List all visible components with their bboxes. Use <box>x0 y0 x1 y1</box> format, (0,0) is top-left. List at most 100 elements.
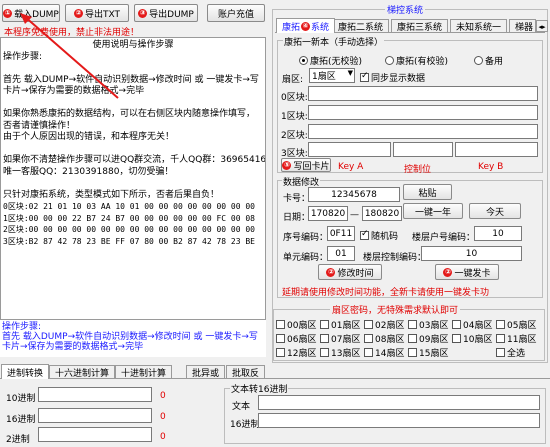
key-b-label: Key B <box>478 162 504 172</box>
sector-checkbox[interactable]: 05扇区 <box>496 318 536 331</box>
sector-checkbox[interactable]: 04扇区 <box>452 318 492 331</box>
control-bits-label: 控制位 <box>404 165 432 175</box>
hex-output-label: 16进制 <box>230 420 260 430</box>
dec-input[interactable] <box>38 387 152 402</box>
sector-checkbox-label: 15扇区 <box>419 349 449 359</box>
bottom-panel: 进制转换 十六进制计算 十进制计算 批异或 批取反 10进制 0 16进制 0 … <box>0 364 550 447</box>
sector-checkbox-indicator <box>408 348 417 357</box>
tab-elevator[interactable]: 梯器 <box>509 19 536 33</box>
tab-hex-calc[interactable]: 十六进制计算 <box>49 365 116 379</box>
status-lines: 操作步骤: 首先 载入DUMP→软件自动识别数据→修改时间 或 一键发卡→写 卡片→… <box>2 322 264 352</box>
block-0-label: 0区块: <box>281 93 308 103</box>
tab-batch-xor[interactable]: 批异或 <box>186 365 226 379</box>
tab-dec-calc[interactable]: 十进制计算 <box>115 365 173 379</box>
sector-checkbox-indicator <box>496 334 505 343</box>
radio-no-check-indicator <box>299 56 308 65</box>
sync-display-checkbox[interactable]: 同步显示数据 <box>360 71 425 84</box>
sector-checkbox-indicator <box>452 320 461 329</box>
radio-backup-indicator <box>474 56 483 65</box>
one-year-button[interactable]: 一键一年 <box>403 203 463 219</box>
sector-checkbox[interactable]: 10扇区 <box>452 332 492 345</box>
block-0-input[interactable] <box>308 86 538 101</box>
block-3-key-a[interactable] <box>308 142 391 157</box>
sector-select[interactable]: 1扇区 ▼ <box>309 68 355 83</box>
help-line: 如果你不清楚操作步骤可以进QQ群交流，千人QQ群：369654166 <box>3 155 266 165</box>
household-code-label: 楼层户号编码： <box>412 233 476 243</box>
date-to-input[interactable]: 180820 <box>362 206 402 221</box>
tab-batch-invert[interactable]: 批取反 <box>226 365 266 379</box>
tab-kangtuo-2[interactable]: 康拓二系统 <box>332 19 390 33</box>
hex-input[interactable] <box>38 408 152 423</box>
one-click-card-button[interactable]: ② 一键发卡 <box>435 264 499 280</box>
block-2-input[interactable] <box>308 124 538 139</box>
sector-checkbox[interactable]: 09扇区 <box>408 332 448 345</box>
recharge-button[interactable]: 账户充值 <box>207 4 265 22</box>
write-card-label: 写回卡片 <box>293 161 330 172</box>
sector-checkbox-label: 06扇区 <box>287 335 317 345</box>
sector-checkbox[interactable]: 11扇区 <box>496 332 536 345</box>
radio-backup[interactable]: 备用 <box>474 54 503 67</box>
sector-checkbox[interactable]: 08扇区 <box>364 332 404 345</box>
sector-checkbox-label: 13扇区 <box>331 349 361 359</box>
sector-checkbox[interactable]: 12扇区 <box>276 346 316 359</box>
sector-checkbox-indicator <box>320 348 329 357</box>
tab-scroll-arrows[interactable]: ◂▸ <box>536 20 548 32</box>
tab-kangtuo-label: 康拓 <box>282 22 301 33</box>
sector-checkbox-label: 05扇区 <box>507 321 537 331</box>
tab-base-convert[interactable]: 进制转换 <box>1 364 50 379</box>
sector-password-title: 扇区密码，无特殊需求默认即可 <box>330 303 461 316</box>
block-2-label: 2区块: <box>281 131 308 141</box>
bin-input[interactable] <box>38 427 152 442</box>
sector-checkbox[interactable]: 06扇区 <box>276 332 316 345</box>
sector-checkbox[interactable]: 13扇区 <box>320 346 360 359</box>
block-3-key-b[interactable] <box>455 142 538 157</box>
radio-no-check[interactable]: 康拓(无校验) <box>299 54 362 67</box>
modify-time-label: 修改时间 <box>337 268 374 279</box>
date-from-input[interactable]: 170820 <box>308 206 348 221</box>
tab-unknown-1[interactable]: 未知系统一 <box>450 19 508 33</box>
block-1-input[interactable] <box>308 105 538 120</box>
unit-code-input[interactable]: 01 <box>327 246 355 261</box>
help-line: 否者请谨慎操作！ <box>3 120 76 131</box>
sector-checkbox[interactable]: 07扇区 <box>320 332 360 345</box>
card-number-input[interactable]: 12345678 <box>308 187 400 202</box>
serial-code-input[interactable]: 0F11 <box>327 226 355 241</box>
modify-time-badge: ② <box>326 267 336 277</box>
today-button[interactable]: 今天 <box>469 203 521 219</box>
sector-checkbox-label: 10扇区 <box>463 335 493 345</box>
date-label: 日期： <box>283 213 311 223</box>
sector-select-label: 扇区: <box>282 75 304 85</box>
one-click-card-label: 一键发卡 <box>454 268 491 279</box>
hex-line: 3区块:B2 87 42 78 23 BE FF 07 80 00 B2 87 … <box>3 236 256 246</box>
radio-backup-label: 备用 <box>485 57 504 67</box>
help-line: 唯一客服QQ：2130391880，切勿受骗！ <box>3 166 174 177</box>
right-panel-title: 梯控系统 <box>385 3 426 16</box>
sector-checkbox[interactable]: 03扇区 <box>408 318 448 331</box>
radio-with-check-indicator <box>385 56 394 65</box>
sector-checkbox[interactable]: 01扇区 <box>320 318 360 331</box>
paste-button[interactable]: 粘贴 <box>403 184 452 200</box>
floor-control-label: 楼层控制编码： <box>363 253 427 263</box>
sector-checkbox[interactable]: 02扇区 <box>364 318 404 331</box>
household-code-input[interactable]: 10 <box>474 226 522 241</box>
hex-output-input[interactable] <box>258 413 540 428</box>
sector-checkbox[interactable]: 全选 <box>496 346 525 359</box>
radio-no-check-label: 康拓(无校验) <box>310 57 363 67</box>
tab-kangtuo-3[interactable]: 康拓三系统 <box>391 19 449 33</box>
floor-control-input[interactable]: 10 <box>421 246 522 261</box>
write-card-button[interactable]: ⑤ 写回卡片 <box>281 158 331 172</box>
sector-checkbox-indicator <box>408 334 417 343</box>
modify-time-button[interactable]: ② 修改时间 <box>318 264 382 280</box>
tab-kangtuo-system[interactable]: 康拓 ④ 系统 <box>276 18 336 33</box>
sector-checkbox[interactable]: 00扇区 <box>276 318 316 331</box>
sector-checkbox-indicator <box>408 320 417 329</box>
sector-checkbox[interactable]: 15扇区 <box>408 346 448 359</box>
text-to-hex-title: 文本转16进制 <box>230 382 289 395</box>
step-5-badge: ⑤ <box>282 160 292 170</box>
block-3-control-bits[interactable] <box>393 142 453 157</box>
text-input[interactable] <box>258 395 540 410</box>
radio-with-check[interactable]: 康拓(有校验) <box>385 54 448 67</box>
random-code-checkbox[interactable]: 随机码 <box>360 229 398 242</box>
sector-checkbox-label: 08扇区 <box>375 335 405 345</box>
sector-checkbox[interactable]: 14扇区 <box>364 346 404 359</box>
